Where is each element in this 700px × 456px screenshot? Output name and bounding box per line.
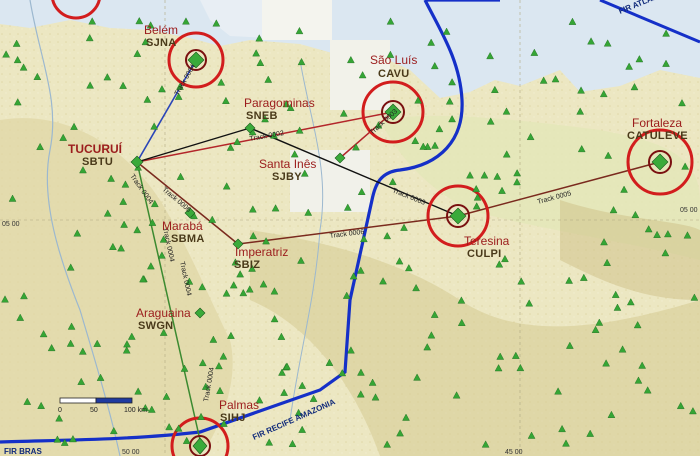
city-label-maraba: Marabá bbox=[162, 219, 203, 233]
city-label-teresina: Teresina bbox=[464, 234, 510, 248]
city-label-fortaleza: Fortaleza bbox=[632, 116, 683, 130]
coord-label: 45 00 bbox=[505, 449, 523, 456]
code-label-sao-luis: CAVU bbox=[378, 68, 410, 80]
city-label-palmas: Palmas bbox=[219, 398, 260, 412]
code-label-imperatriz: SBIZ bbox=[234, 259, 261, 271]
code-label-belem: SJNA bbox=[146, 37, 177, 49]
code-label-araguaina: SWGN bbox=[138, 320, 174, 332]
city-label-paragominas: Paragominas bbox=[244, 96, 315, 110]
coord-label: 05 00 bbox=[2, 221, 20, 228]
code-label-paragominas: SNEB bbox=[246, 110, 278, 122]
svg-text:100 km: 100 km bbox=[124, 407, 147, 414]
fir-label-bottom-left: FIR BRAS bbox=[4, 447, 42, 456]
coord-label: 50 00 bbox=[122, 449, 140, 456]
map-canvas[interactable]: Track 0002 Track 0004 Track 0003 Track 0… bbox=[0, 0, 700, 456]
code-label-teresina: CULPI bbox=[467, 248, 502, 260]
code-label-palmas: SIHJ bbox=[220, 412, 246, 424]
city-label-belem: Belém bbox=[144, 23, 179, 37]
code-label-tucurui: SBTU bbox=[82, 156, 114, 168]
code-label-fortaleza: CATULEVE bbox=[627, 130, 688, 142]
svg-text:0: 0 bbox=[58, 407, 62, 414]
code-label-santa-ines: SJBY bbox=[272, 171, 302, 183]
city-label-sao-luis: São Luís bbox=[370, 53, 418, 67]
svg-text:50: 50 bbox=[90, 407, 98, 414]
map-view[interactable]: Track 0002 Track 0004 Track 0003 Track 0… bbox=[0, 0, 700, 456]
code-label-maraba: SBMA bbox=[171, 233, 205, 245]
city-label-imperatriz: Imperatriz bbox=[235, 245, 289, 259]
city-label-tucurui: TUCURUÍ bbox=[68, 142, 122, 156]
coord-label: 05 00 bbox=[680, 207, 698, 214]
city-label-araguaina: Araguaina bbox=[136, 306, 191, 320]
city-label-santa-ines: Santa Inês bbox=[259, 157, 317, 171]
